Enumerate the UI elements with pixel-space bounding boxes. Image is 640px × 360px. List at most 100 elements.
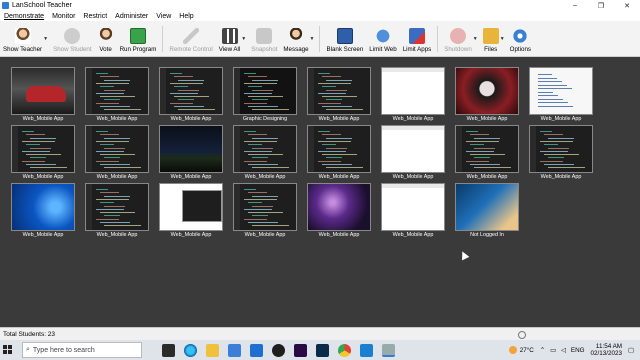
network-icon[interactable]: ▭ xyxy=(550,347,556,354)
student-name-label: Web_Mobile App xyxy=(96,232,138,238)
files-dropdown-icon[interactable]: ▼ xyxy=(500,36,505,42)
shutdown-dropdown-icon[interactable]: ▼ xyxy=(473,36,478,42)
clock[interactable]: 11:54 AM 02/13/2023 xyxy=(591,343,623,357)
student-screen-preview xyxy=(381,67,445,115)
student-name-label: Web_Mobile App xyxy=(244,174,286,180)
student-thumbnail[interactable]: Web_Mobile App xyxy=(85,183,149,239)
student-thumbnail[interactable]: Not Logged In xyxy=(455,183,519,239)
student-thumbnail[interactable]: Web_Mobile App xyxy=(307,183,371,239)
notifications-icon[interactable]: ▢ xyxy=(628,347,634,354)
status-bar: Total Students: 23 xyxy=(0,327,640,341)
student-name-label: Web_Mobile App xyxy=(540,174,582,180)
total-students-count: Total Students: 23 xyxy=(3,331,56,338)
student-thumbnail[interactable]: Web_Mobile App xyxy=(455,67,519,123)
show-student-button[interactable]: Show Student xyxy=(50,23,95,56)
student-thumbnail[interactable]: Web_Mobile App xyxy=(381,67,445,123)
student-name-label: Graphic Designing xyxy=(242,116,288,122)
minimize-button[interactable]: – xyxy=(562,0,588,11)
student-thumbnail[interactable]: Web_Mobile App xyxy=(529,125,593,181)
student-screen-preview xyxy=(11,67,75,115)
show-teacher-dropdown-icon[interactable]: ▼ xyxy=(43,36,48,42)
student-name-label: Web_Mobile App xyxy=(392,116,434,122)
task-view-icon[interactable] xyxy=(162,343,175,357)
student-name-label: Not Logged In xyxy=(470,232,504,238)
mail-icon[interactable] xyxy=(250,343,263,357)
message-button[interactable]: Message xyxy=(280,23,311,56)
menu-help[interactable]: Help xyxy=(179,13,193,20)
limit-apps-button[interactable]: Limit Apps xyxy=(400,23,435,56)
student-name-label: Web_Mobile App xyxy=(170,232,212,238)
student-screen-preview xyxy=(85,67,149,115)
student-thumbnail[interactable]: Web_Mobile App xyxy=(381,125,445,181)
student-name-label: Web_Mobile App xyxy=(22,174,64,180)
student-thumbnail[interactable]: Graphic Designing xyxy=(233,67,297,123)
blank-screen-icon xyxy=(336,28,353,44)
menu-administer[interactable]: Administer xyxy=(115,13,148,20)
view-all-button[interactable]: View All xyxy=(216,23,244,56)
chrome-icon[interactable] xyxy=(338,343,351,357)
files-button[interactable]: Files xyxy=(480,23,502,56)
start-button[interactable] xyxy=(0,340,16,360)
student-thumbnail[interactable]: Web_Mobile App xyxy=(233,125,297,181)
weather-icon xyxy=(508,346,517,354)
student-name-label: Web_Mobile App xyxy=(22,232,64,238)
vote-button[interactable]: Vote xyxy=(95,23,117,56)
remote-control-icon xyxy=(183,28,200,44)
student-thumbnail[interactable]: Web_Mobile App xyxy=(307,67,371,123)
toolbar-divider xyxy=(437,26,439,52)
tray-chevron-up-icon[interactable]: ⌃ xyxy=(540,347,545,354)
student-thumbnail[interactable]: Web_Mobile App xyxy=(85,125,149,181)
photoshop-icon[interactable] xyxy=(316,343,329,357)
student-screen-preview xyxy=(307,125,371,173)
student-thumbnail[interactable]: Web_Mobile App xyxy=(307,125,371,181)
premiere-icon[interactable] xyxy=(294,343,307,357)
limit-web-button[interactable]: Limit Web xyxy=(366,23,399,56)
options-button[interactable]: Options xyxy=(507,23,534,56)
student-screen-preview xyxy=(159,67,223,115)
run-program-button[interactable]: Run Program xyxy=(117,23,160,56)
student-thumbnail[interactable]: Web_Mobile App xyxy=(11,125,75,181)
snapshot-button[interactable]: Snapshot xyxy=(248,23,280,56)
student-thumbnail[interactable]: Web_Mobile App xyxy=(159,67,223,123)
menu-restrict[interactable]: Restrict xyxy=(83,13,107,20)
student-thumbnail[interactable]: Web_Mobile App xyxy=(159,183,223,239)
taskbar-search-input[interactable]: ⌕ Type here to search xyxy=(22,342,142,358)
volume-icon[interactable]: ◁ xyxy=(561,347,566,354)
student-thumbnail[interactable]: Web_Mobile App xyxy=(455,125,519,181)
student-thumbnail[interactable]: Web_Mobile App xyxy=(11,67,75,123)
student-thumbnail[interactable]: Web_Mobile App xyxy=(529,67,593,123)
student-name-label: Web_Mobile App xyxy=(318,232,360,238)
student-name-label: Web_Mobile App xyxy=(22,116,64,122)
gear-icon xyxy=(512,28,529,44)
store-icon[interactable] xyxy=(228,343,241,357)
student-thumbnail[interactable]: Web_Mobile App xyxy=(159,125,223,181)
student-screen-preview xyxy=(233,183,297,231)
menu-monitor[interactable]: Monitor xyxy=(52,13,75,20)
close-button[interactable]: ✕ xyxy=(614,0,640,11)
menu-demonstrate[interactable]: Demonstrate xyxy=(4,13,44,20)
camera-icon xyxy=(256,28,273,44)
vscode-icon[interactable] xyxy=(360,343,373,357)
student-screen-preview xyxy=(381,125,445,173)
blank-screen-button[interactable]: Blank Screen xyxy=(323,23,366,56)
maximize-button[interactable]: ❐ xyxy=(588,0,614,11)
student-name-label: Web_Mobile App xyxy=(540,116,582,122)
shutdown-button[interactable]: Shutdown xyxy=(441,23,475,56)
menu-view[interactable]: View xyxy=(156,13,171,20)
lanschool-taskbar-icon[interactable] xyxy=(382,343,395,357)
app-icon[interactable] xyxy=(272,343,285,357)
student-thumbnail[interactable]: Web_Mobile App xyxy=(11,183,75,239)
student-thumbnail[interactable]: Web_Mobile App xyxy=(85,67,149,123)
edge-icon[interactable] xyxy=(184,343,197,357)
folder-icon xyxy=(482,28,499,44)
weather-temperature[interactable]: 27°C xyxy=(520,347,534,354)
remote-control-button[interactable]: Remote Control xyxy=(166,23,215,56)
student-thumbnail[interactable]: Web_Mobile App xyxy=(233,183,297,239)
file-explorer-icon[interactable] xyxy=(206,343,219,357)
student-thumbnail[interactable]: Web_Mobile App xyxy=(381,183,445,239)
language-indicator[interactable]: ENG xyxy=(571,347,585,354)
view-all-dropdown-icon[interactable]: ▼ xyxy=(241,36,246,42)
student-name-label: Web_Mobile App xyxy=(466,174,508,180)
show-teacher-button[interactable]: Show Teacher xyxy=(0,23,45,56)
message-dropdown-icon[interactable]: ▼ xyxy=(310,36,315,42)
